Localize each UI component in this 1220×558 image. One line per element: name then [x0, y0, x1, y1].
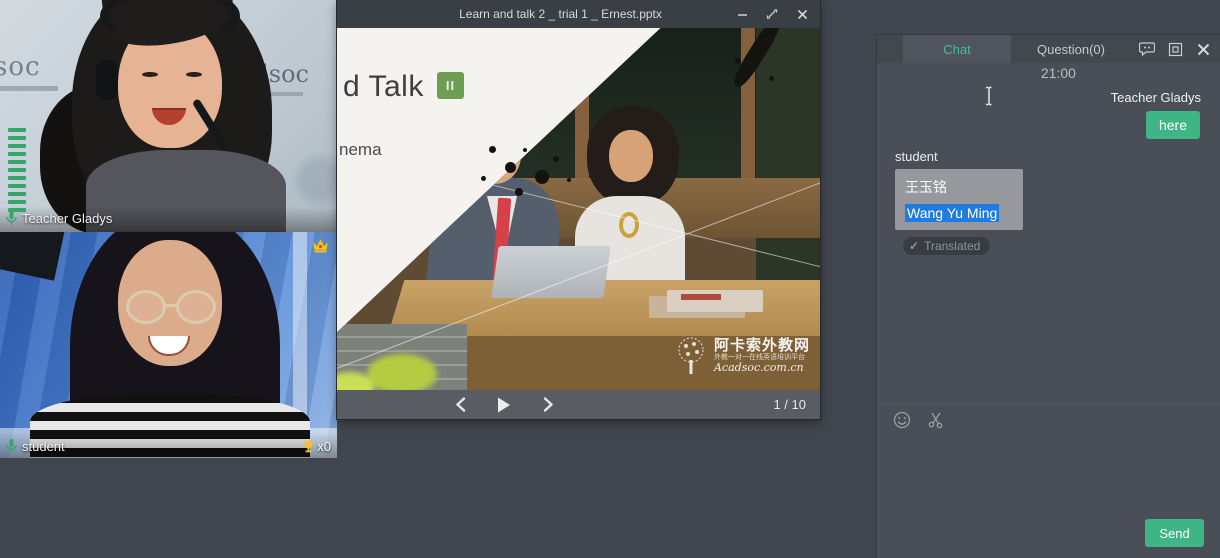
window-titlebar[interactable]: Learn and talk 2 _ trial 1 _ Ernest.pptx	[337, 0, 820, 28]
acadsoc-watermark: 阿卡索外教网 外教一对一在线英语培训平台 Acadsoc.com.cn	[674, 336, 810, 376]
message-sender: Teacher Gladys	[1111, 90, 1201, 105]
next-slide-button[interactable]	[537, 394, 559, 416]
crown-icon	[312, 238, 329, 258]
trophy-icon	[302, 440, 315, 453]
teacher-video-feed[interactable]: soc Acadsoc Teacher Gladys	[0, 0, 337, 232]
translated-badge: ✓ Translated	[903, 237, 990, 255]
check-icon: ✓	[909, 239, 919, 253]
student-glasses-left	[126, 290, 166, 324]
student-glasses-bridge	[164, 304, 178, 307]
slide-title-text: d Talk	[343, 70, 424, 104]
message-original-text: 王玉铭	[905, 177, 1013, 197]
watermark-tree-icon	[674, 336, 708, 376]
previous-slide-button[interactable]	[449, 394, 471, 416]
message-translated-text-selected: Wang Yu Ming	[905, 204, 999, 222]
maximize-button[interactable]	[764, 6, 780, 22]
tab-question[interactable]: Question(0)	[1011, 35, 1131, 63]
chat-input-area[interactable]: Send	[877, 403, 1220, 558]
send-button[interactable]: Send	[1145, 519, 1204, 547]
trophy-count: x0	[317, 439, 331, 454]
translated-label: Translated	[924, 239, 980, 253]
audio-level-indicator	[8, 128, 26, 212]
presentation-window: Learn and talk 2 _ trial 1 _ Ernest.pptx	[337, 0, 820, 419]
slide-body-text: nema	[339, 140, 382, 160]
backdrop-partial-logo: soc	[0, 52, 41, 82]
page-indicator: 1 / 10	[773, 397, 806, 412]
microphone-icon	[6, 439, 17, 454]
screenshot-cut-icon[interactable]	[927, 411, 945, 434]
window-title: Learn and talk 2 _ trial 1 _ Ernest.pptx	[337, 7, 724, 21]
text-cursor	[983, 86, 995, 106]
student-message-bubble: 王玉铭 Wang Yu Ming	[895, 169, 1023, 230]
chat-header: Chat Question(0)	[877, 35, 1220, 63]
teacher-eye	[186, 72, 202, 77]
slide-canvas[interactable]: 阿卡索外教网 外教一对一在线英语培训平台 Acadsoc.com.cn d Ta…	[337, 28, 820, 390]
teacher-name-label: Teacher Gladys	[22, 211, 112, 226]
teacher-message-bubble: here	[1146, 111, 1200, 139]
minimize-button[interactable]	[734, 6, 750, 22]
message-bubble-icon[interactable]	[1138, 40, 1156, 58]
tab-chat[interactable]: Chat	[903, 35, 1011, 63]
backdrop-tree-pattern	[290, 150, 337, 210]
close-button[interactable]	[794, 6, 810, 22]
student-video-feed[interactable]: student x0	[0, 232, 337, 458]
chat-panel: Chat Question(0)	[877, 35, 1220, 558]
message-sender: student	[895, 149, 938, 164]
slide-navigation-bar: 1 / 10	[337, 390, 820, 419]
class-timer: 21:00	[877, 65, 1076, 81]
emoji-icon[interactable]	[893, 411, 911, 434]
headset-earcup	[96, 60, 118, 100]
student-glasses-right	[176, 290, 216, 324]
pause-button[interactable]: II	[437, 72, 464, 99]
chat-close-icon[interactable]	[1194, 40, 1212, 58]
popout-window-icon[interactable]	[1166, 40, 1184, 58]
app-window: soc Acadsoc Teacher Gladys	[0, 0, 1220, 558]
teacher-eye	[142, 72, 158, 77]
photo-laptop	[491, 246, 610, 298]
play-button[interactable]	[493, 394, 515, 416]
watermark-cn-text: 阿卡索外教网	[714, 337, 810, 354]
backdrop-partial-tagline	[0, 86, 58, 91]
microphone-icon	[6, 211, 17, 226]
student-name-label: student	[22, 439, 65, 454]
watermark-url: Acadsoc.com.cn	[714, 362, 810, 375]
student-background-panel	[293, 232, 307, 432]
